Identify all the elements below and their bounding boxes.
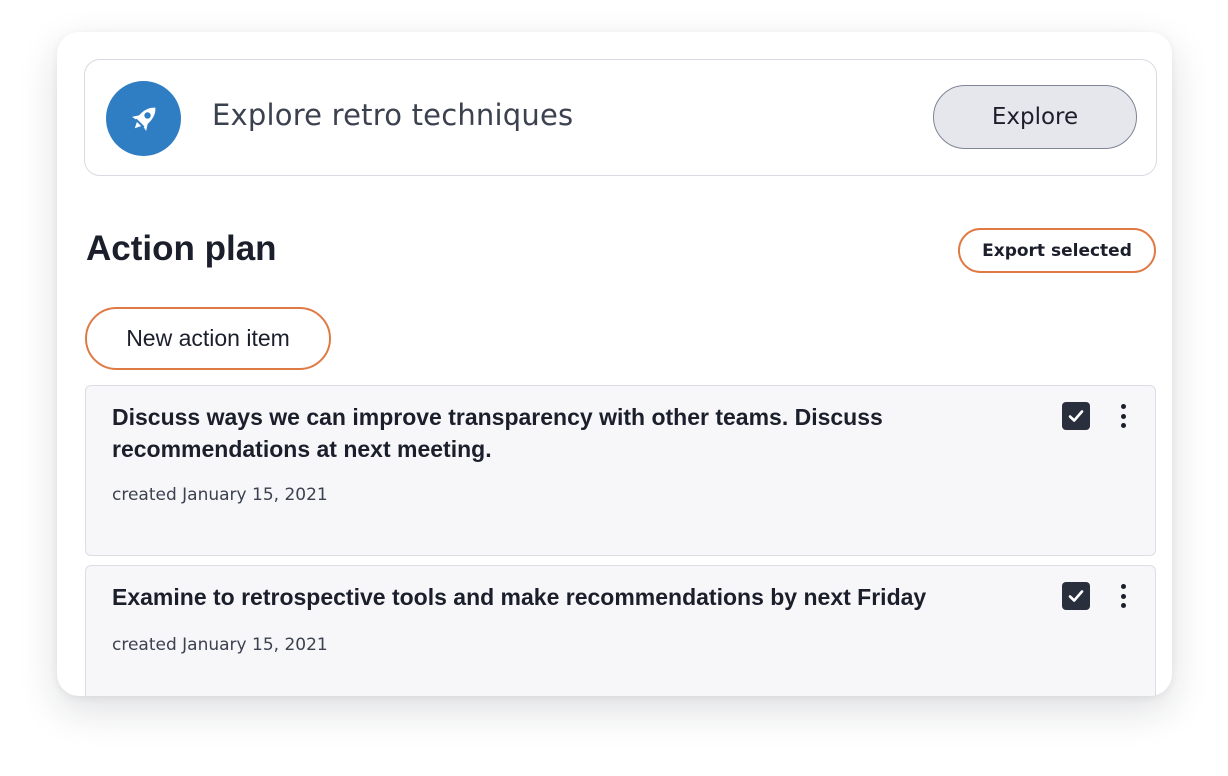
check-icon (1068, 410, 1084, 422)
explore-banner: Explore retro techniques Explore (84, 59, 1157, 176)
action-item-created: created January 15, 2021 (112, 635, 328, 655)
more-vertical-icon[interactable] (1113, 581, 1133, 611)
page-title: Action plan (86, 229, 277, 268)
explore-button[interactable]: Explore (933, 85, 1137, 149)
list-item: Examine to retrospective tools and make … (85, 565, 1156, 696)
export-selected-button[interactable]: Export selected (958, 228, 1156, 273)
explore-title: Explore retro techniques (212, 98, 574, 132)
new-action-item-button[interactable]: New action item (85, 307, 331, 370)
action-item-text: Discuss ways we can improve transparency… (112, 404, 883, 462)
rocket-icon (106, 81, 181, 156)
check-icon (1068, 590, 1084, 602)
action-item-created: created January 15, 2021 (112, 485, 328, 505)
item-checkbox[interactable] (1062, 402, 1090, 430)
item-checkbox[interactable] (1062, 582, 1090, 610)
more-vertical-icon[interactable] (1113, 401, 1133, 431)
action-plan-card: Explore retro techniques Explore Action … (57, 32, 1172, 696)
action-item-text: Examine to retrospective tools and make … (112, 584, 927, 610)
list-item: Discuss ways we can improve transparency… (85, 385, 1156, 556)
